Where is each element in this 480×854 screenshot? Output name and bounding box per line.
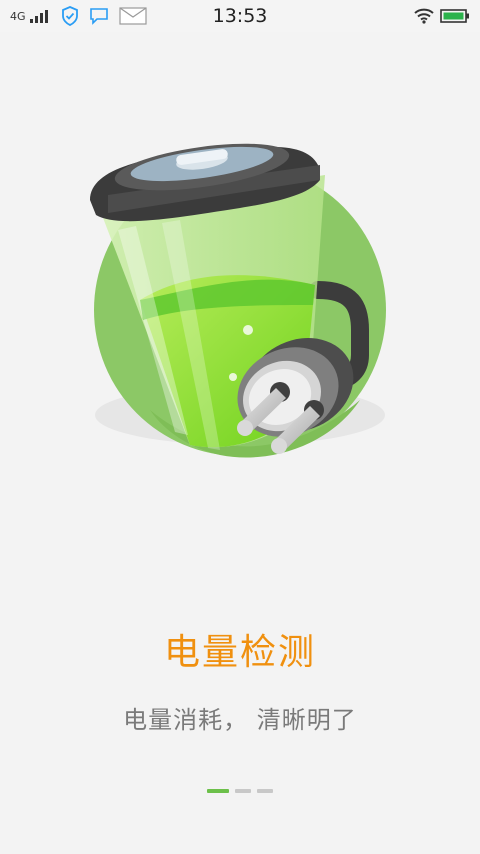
page-indicator-dot-active[interactable] [207, 789, 229, 793]
wifi-icon [414, 8, 434, 24]
status-bar-time: 13:53 [212, 5, 268, 27]
status-bar-right [414, 6, 470, 26]
status-bar: 4G 13:53 [0, 0, 480, 32]
page-indicator-dot[interactable] [235, 789, 251, 793]
page-indicator [0, 789, 480, 793]
page-indicator-dot[interactable] [257, 789, 273, 793]
page-title: 电量检测 [163, 632, 316, 673]
page-subtitle: 电量消耗， 清晰明了 [123, 706, 357, 734]
battery-icon [440, 8, 470, 24]
battery-plug-icon [70, 130, 410, 470]
